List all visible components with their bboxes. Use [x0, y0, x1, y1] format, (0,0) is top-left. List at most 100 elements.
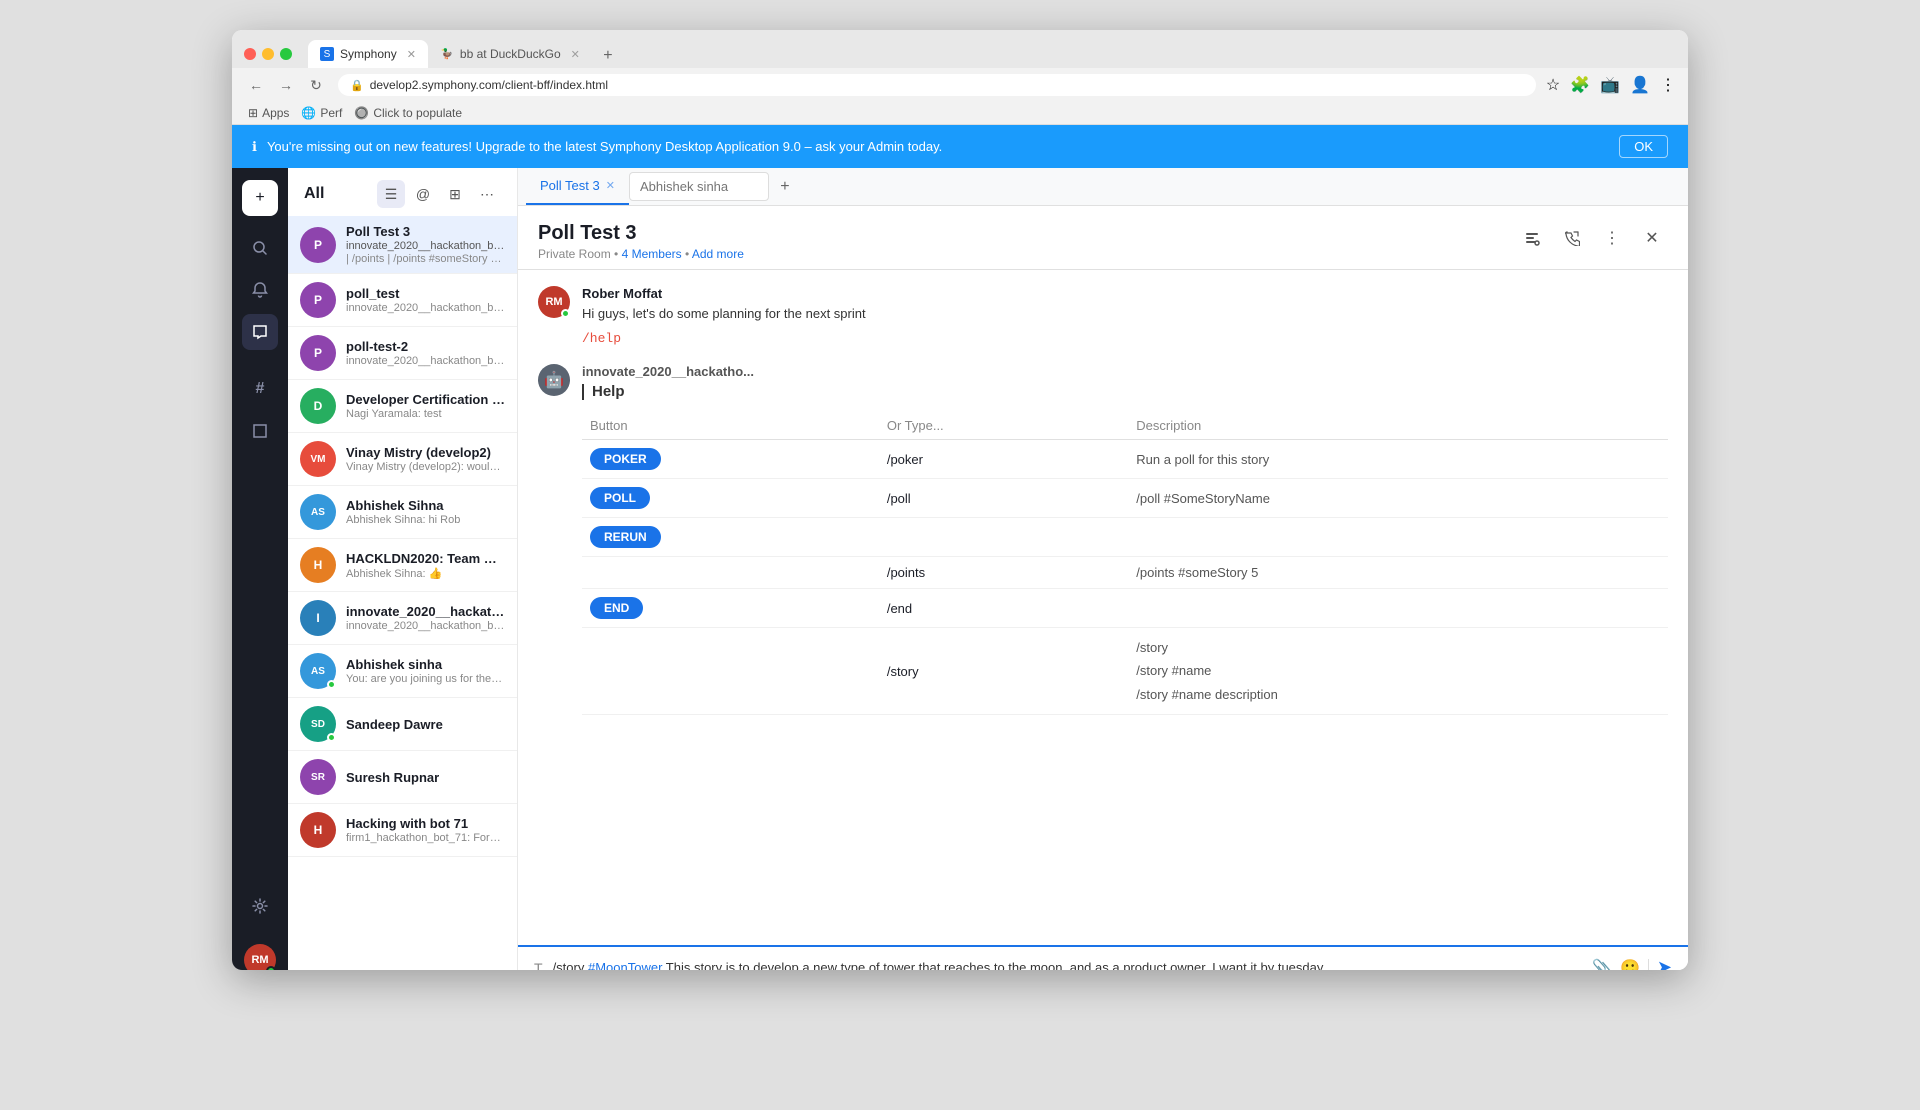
bookmark-icon[interactable]: ☆: [1546, 75, 1560, 95]
poker-description: Run a poll for this story: [1128, 440, 1668, 479]
add-tab-button[interactable]: +: [773, 175, 797, 199]
address-url[interactable]: develop2.symphony.com/client-bff/index.h…: [370, 78, 608, 92]
search-tab-input[interactable]: [629, 172, 769, 201]
tab-close-poll-test-3[interactable]: ✕: [606, 179, 615, 192]
chat-avatar-poll-test-3: P: [300, 227, 336, 263]
filter-more-btn[interactable]: ⋯: [473, 180, 501, 208]
reload-button[interactable]: ↻: [304, 77, 328, 94]
chat-avatar-abhishek-sinha2: AS: [300, 653, 336, 689]
cast-icon[interactable]: 📺: [1600, 75, 1620, 95]
chat-tab-poll-test-3[interactable]: Poll Test 3 ✕: [526, 168, 629, 205]
poker-button[interactable]: POKER: [590, 448, 661, 470]
chat-info-poll-test-3: Poll Test 3 innovate_2020__hackathon_bot…: [346, 224, 505, 265]
tab-close-symphony[interactable]: ✕: [407, 48, 416, 61]
sidebar-search-button[interactable]: [242, 230, 278, 266]
chat-item-suresh[interactable]: SR Suresh Rupnar: [288, 751, 517, 804]
filter-list-btn[interactable]: ☰: [377, 180, 405, 208]
perf-toolbar-item[interactable]: 🌐 Perf: [301, 106, 342, 120]
points-command: /points: [879, 557, 1128, 589]
emoji-button[interactable]: 🙂: [1620, 958, 1640, 971]
poll-description: /poll #SomeStoryName: [1128, 479, 1668, 518]
chat-item-innovate-bot[interactable]: I innovate_2020__hackathon_bot... innova…: [288, 592, 517, 645]
sidebar-icons: + # RM: [232, 168, 288, 970]
chat-name-hacking-bot: Hacking with bot 71: [346, 816, 505, 831]
cursor-icon: [582, 384, 584, 400]
minimize-button[interactable]: [262, 48, 274, 60]
table-row-poker: POKER /poker Run a poll for this story: [582, 440, 1668, 479]
chat-info-innovate-bot: innovate_2020__hackathon_bot... innovate…: [346, 604, 505, 632]
sidebar-settings-button[interactable]: [242, 888, 278, 924]
help-table: Button Or Type... Description POKER /pok…: [582, 412, 1668, 715]
help-title: Help: [592, 383, 625, 400]
filter-mention-btn[interactable]: @: [409, 180, 437, 208]
chat-item-dev-cert[interactable]: D Developer Certification Support Nagi Y…: [288, 380, 517, 433]
room-type: Private Room: [538, 247, 611, 261]
chat-item-poll-test-2[interactable]: P poll-test-2 innovate_2020__hackathon_b…: [288, 327, 517, 380]
notification-message: You're missing out on new features! Upgr…: [267, 139, 942, 154]
send-button[interactable]: ➤: [1657, 957, 1672, 970]
chat-preview-abhishek-sinha2: You: are you joining us for the last b..…: [346, 673, 505, 685]
tab-duckduckgo[interactable]: 🦆 bb at DuckDuckGo ✕: [428, 40, 592, 68]
sidebar-channels-button[interactable]: #: [242, 371, 278, 407]
end-button[interactable]: END: [590, 597, 643, 619]
sidebar-chats-button[interactable]: [242, 314, 278, 350]
table-row-points: /points /points #someStory 5: [582, 557, 1668, 589]
chat-item-abhishek-sinha2[interactable]: AS Abhishek sinha You: are you joining u…: [288, 645, 517, 698]
chat-list-title: All: [304, 185, 324, 203]
table-row-end: END /end: [582, 589, 1668, 628]
apps-toolbar-item[interactable]: ⊞ Apps: [248, 106, 289, 120]
chat-avatar-dev-cert: D: [300, 388, 336, 424]
tab-favicon-symphony: S: [320, 47, 334, 61]
chat-item-poll-test-3[interactable]: P Poll Test 3 innovate_2020__hackathon_b…: [288, 216, 517, 274]
populate-toolbar-item[interactable]: 🔘 Click to populate: [354, 106, 462, 120]
sidebar-rooms-button[interactable]: [242, 413, 278, 449]
apps-label: Apps: [262, 106, 289, 120]
chat-item-abhishek-sihna[interactable]: AS Abhishek Sihna Abhishek Sihna: hi Rob: [288, 486, 517, 539]
members-link[interactable]: 4 Members: [622, 247, 682, 261]
more-options-button[interactable]: ⋮: [1596, 222, 1628, 254]
message-input[interactable]: /story #MoonTower This story is to devel…: [553, 958, 1583, 970]
chat-item-hacking-bot[interactable]: H Hacking with bot 71 firm1_hackathon_bo…: [288, 804, 517, 857]
chat-item-hackldn[interactable]: H HACKLDN2020: Team SymX Abhishek Sihna:…: [288, 539, 517, 592]
chat-list: All ☰ @ ⊞ ⋯ P Poll Test 3 innovate_2020_…: [288, 168, 518, 970]
compose-button[interactable]: +: [242, 180, 278, 216]
perf-label: Perf: [320, 106, 342, 120]
message-command-rober: /help: [582, 328, 1668, 349]
notification-ok-button[interactable]: OK: [1619, 135, 1668, 158]
add-more-link[interactable]: Add more: [692, 247, 744, 261]
sidebar-notifications-button[interactable]: [242, 272, 278, 308]
chat-avatar-sandeep: SD: [300, 706, 336, 742]
filter-grid-btn[interactable]: ⊞: [441, 180, 469, 208]
message-input-area: T /story #MoonTower This story is to dev…: [518, 945, 1688, 970]
col-type: Or Type...: [879, 412, 1128, 440]
menu-icon[interactable]: ⋮: [1660, 75, 1676, 95]
extensions-icon[interactable]: 🧩: [1570, 75, 1590, 95]
chat-preview-poll-test-3-1: innovate_2020__hackathon_bot_73: ...: [346, 240, 505, 252]
chat-avatar-innovate-bot: I: [300, 600, 336, 636]
call-button[interactable]: [1556, 222, 1588, 254]
lock-icon: 🔒: [350, 79, 364, 92]
tab-symphony[interactable]: S Symphony ✕: [308, 40, 428, 68]
chat-preview-poll-test: innovate_2020__hackathon_bot_73: ...: [346, 302, 505, 314]
chat-item-vinay[interactable]: VM Vinay Mistry (develop2) Vinay Mistry …: [288, 433, 517, 486]
forward-button[interactable]: →: [274, 77, 298, 94]
notification-banner: ℹ You're missing out on new features! Up…: [232, 125, 1688, 168]
chat-item-sandeep[interactable]: SD Sandeep Dawre: [288, 698, 517, 751]
close-button[interactable]: [244, 48, 256, 60]
new-tab-button[interactable]: +: [596, 44, 620, 68]
chat-info-poll-test: poll_test innovate_2020__hackathon_bot_7…: [346, 286, 505, 314]
search-in-chat-button[interactable]: [1516, 222, 1548, 254]
chat-preview-hacking-bot: firm1_hackathon_bot_71: Form (log i...: [346, 832, 505, 844]
user-avatar[interactable]: RM: [244, 944, 276, 970]
back-button[interactable]: ←: [244, 77, 268, 94]
chat-info-hacking-bot: Hacking with bot 71 firm1_hackathon_bot_…: [346, 816, 505, 844]
attachment-button[interactable]: 📎: [1592, 958, 1612, 971]
tab-close-duckduckgo[interactable]: ✕: [571, 48, 580, 61]
rerun-button[interactable]: RERUN: [590, 526, 661, 548]
chat-name-dev-cert: Developer Certification Support: [346, 392, 505, 407]
close-chat-button[interactable]: ✕: [1636, 222, 1668, 254]
profile-icon[interactable]: 👤: [1630, 75, 1650, 95]
chat-item-poll-test[interactable]: P poll_test innovate_2020__hackathon_bot…: [288, 274, 517, 327]
maximize-button[interactable]: [280, 48, 292, 60]
poll-button[interactable]: POLL: [590, 487, 650, 509]
